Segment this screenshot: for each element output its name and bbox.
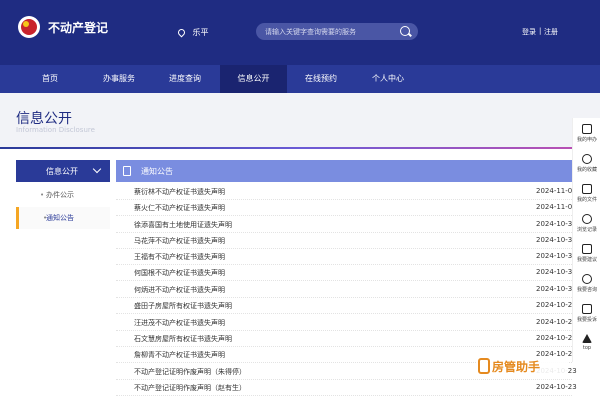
search-bar[interactable]: 请输入关键字查询需要的服务 [256,23,418,40]
nav-item-personal[interactable]: 个人中心 [355,65,421,93]
folder-icon [582,184,592,194]
location-selector[interactable]: 乐平 [176,27,209,38]
nav-item-appointment[interactable]: 在线预约 [288,65,354,93]
notice-row[interactable]: 汪进茂不动产权证书遗失声明 2024-10-2 [116,315,572,331]
rail-item-history[interactable]: 浏览记录 [573,214,600,233]
back-to-top-button[interactable]: top [573,334,600,351]
nav-item-disclosure[interactable]: 信息公开 [220,65,287,93]
site-header: 不动产登记 乐平 请输入关键字查询需要的服务 登录 | 注册 [0,0,600,65]
notice-date: 2024-10-3 [536,220,573,228]
location-pin-icon [176,27,187,38]
rail-item-favorites[interactable]: 我的收藏 [573,154,600,173]
notice-date: 2024-10-2 [536,301,573,309]
notice-title[interactable]: 不动产登记证明作废声明（朱得停） [134,367,246,377]
notice-row[interactable]: 王福有不动产权证书遗失声明 2024-10-3 [116,249,572,265]
header-separator: | [539,27,542,35]
notice-row[interactable]: 蔡衍林不动产权证书遗失声明 2024-11-0 [116,184,572,200]
chat-icon [582,274,592,284]
notice-date: 2024-10-3 [536,285,573,293]
rail-label: 我要咨询 [576,287,597,293]
notice-title[interactable]: 何炳进不动产权证书遗失声明 [134,285,225,295]
notice-row[interactable]: 何国根不动产权证书遗失声明 2024-10-3 [116,265,572,281]
history-icon [582,214,592,224]
rail-item-my-applications[interactable]: 我的申办 [573,124,600,143]
rail-label: 我的申办 [576,137,597,143]
notice-row[interactable]: 马花萍不动产权证书遗失声明 2024-10-3 [116,233,572,249]
notice-date: 2024-10-3 [536,252,573,260]
sidebar-item-notices[interactable]: 通知公告 [16,207,110,229]
watermark-logo [478,358,490,374]
document-icon [123,166,131,176]
watermark: 房管助手 [476,356,568,376]
complaint-icon [582,304,592,314]
notice-title[interactable]: 马花萍不动产权证书遗失声明 [134,236,225,246]
briefcase-icon [582,124,592,134]
chevron-down-icon [92,164,102,174]
page-banner: 信息公开 Information Disclosure [0,93,600,148]
notice-title[interactable]: 蔡衍林不动产权证书遗失声明 [134,187,225,197]
notice-row[interactable]: 盛田子房屋所有权证书遗失声明 2024-10-2 [116,298,572,314]
notice-list-title: 通知公告 [141,167,173,176]
rail-item-suggest[interactable]: 我要建议 [573,244,600,263]
notice-title[interactable]: 不动产登记证明作废声明（赵有生） [134,383,246,393]
notice-row[interactable]: 不动产登记证明作废声明（赵有生） 2024-10-23 [116,380,577,396]
notice-title[interactable]: 徐添喜国有土地使用证遗失声明 [134,220,232,230]
rail-item-consult[interactable]: 我要咨询 [573,274,600,293]
page-subtitle: Information Disclosure [16,126,95,134]
sidebar-heading-label: 信息公开 [46,167,78,176]
notice-date: 2024-10-23 [536,383,577,391]
site-title[interactable]: 不动产登记 [48,19,108,36]
notice-title[interactable]: 盛田子房屋所有权证书遗失声明 [134,301,232,311]
notice-date: 2024-10-2 [536,334,573,342]
rocket-icon [582,334,592,343]
notice-date: 2024-11-0 [536,187,573,195]
quick-access-rail: 我的申办 我的收藏 我的文件 浏览记录 我要建议 我要咨询 我要投诉 top [572,118,600,362]
notice-date: 2024-10-2 [536,318,573,326]
sidebar-item-case-publicity[interactable]: 办件公示 [16,184,110,206]
rail-label: 我的文件 [576,197,597,203]
rail-item-files[interactable]: 我的文件 [573,184,600,203]
notice-date: 2024-10-3 [536,268,573,276]
watermark-text: 房管助手 [492,360,541,374]
banner-divider [0,147,600,149]
notice-row[interactable]: 蔡火仁不动产权证书遗失声明 2024-11-0 [116,200,572,216]
notice-title[interactable]: 詹柳青不动产权证书遗失声明 [134,350,225,360]
rail-item-complaint[interactable]: 我要投诉 [573,304,600,323]
rail-label: 浏览记录 [576,227,597,233]
search-icon[interactable] [400,26,410,36]
location-label: 乐平 [192,28,209,37]
emblem-logo[interactable] [18,16,40,38]
notice-title[interactable]: 石文慧房屋所有权证书遗失声明 [134,334,232,344]
sidebar-heading[interactable]: 信息公开 [16,160,110,182]
notice-row[interactable]: 何炳进不动产权证书遗失声明 2024-10-3 [116,282,572,298]
rail-label: top [582,345,592,351]
notice-date: 2024-10-3 [536,236,573,244]
star-icon [582,154,592,164]
register-link[interactable]: 注册 [544,27,558,37]
sidebar: 信息公开 办件公示 通知公告 [16,160,110,230]
notice-list-header: 通知公告 [116,160,572,182]
nav-item-progress[interactable]: 进度查询 [152,65,218,93]
notice-title[interactable]: 王福有不动产权证书遗失声明 [134,252,225,262]
rail-label: 我要投诉 [576,317,597,323]
nav-item-services[interactable]: 办事服务 [84,65,154,93]
rail-label: 我的收藏 [576,167,597,173]
suggest-icon [582,244,592,254]
login-link[interactable]: 登录 [522,27,536,37]
notice-row[interactable]: 徐添喜国有土地使用证遗失声明 2024-10-3 [116,217,572,233]
notice-title[interactable]: 何国根不动产权证书遗失声明 [134,268,225,278]
main-nav: 首页 办事服务 进度查询 信息公开 在线预约 个人中心 [0,65,600,93]
notice-row[interactable]: 石文慧房屋所有权证书遗失声明 2024-10-2 [116,331,572,347]
emblem-star [23,21,29,27]
rail-label: 我要建议 [576,257,597,263]
notice-title[interactable]: 汪进茂不动产权证书遗失声明 [134,318,225,328]
notice-date: 2024-11-0 [536,203,573,211]
search-input[interactable]: 请输入关键字查询需要的服务 [265,27,356,37]
page-title: 信息公开 [16,111,72,127]
notice-title[interactable]: 蔡火仁不动产权证书遗失声明 [134,203,225,213]
